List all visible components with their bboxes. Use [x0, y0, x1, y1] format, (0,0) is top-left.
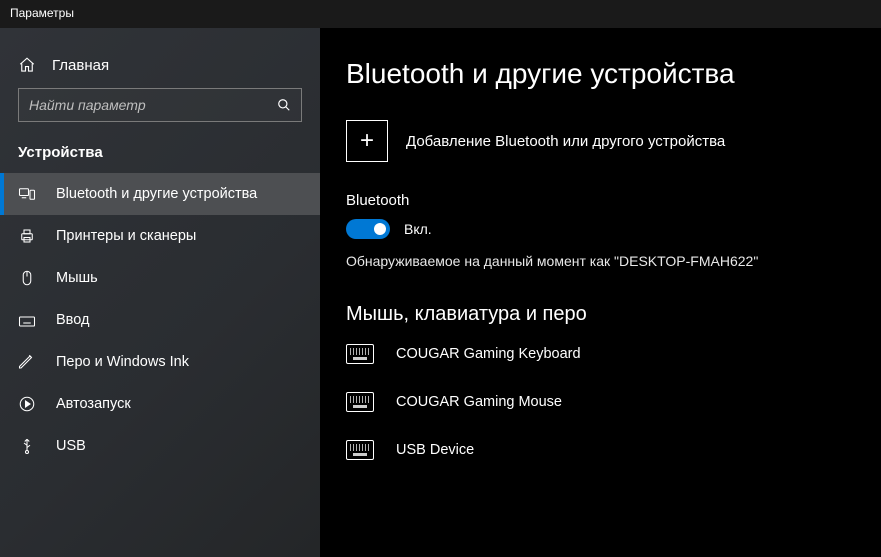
sidebar-section-title: Устройства — [0, 138, 320, 173]
device-name: COUGAR Gaming Keyboard — [396, 346, 581, 362]
add-device-button[interactable]: + Добавление Bluetooth или другого устро… — [346, 120, 881, 162]
plus-icon: + — [346, 120, 388, 162]
bluetooth-toggle-state: Вкл. — [404, 221, 432, 237]
printer-icon — [18, 227, 36, 245]
usb-icon — [18, 437, 36, 455]
devices-icon — [18, 185, 36, 203]
search-input[interactable] — [18, 88, 302, 122]
device-item[interactable]: COUGAR Gaming Keyboard — [346, 344, 881, 364]
home-icon — [18, 56, 36, 74]
sidebar-item-label: USB — [56, 438, 86, 454]
sidebar-item-mouse[interactable]: Мышь — [0, 257, 320, 299]
sidebar-nav: Bluetooth и другие устройства Принтеры и… — [0, 173, 320, 467]
pen-icon — [18, 353, 36, 371]
sidebar-item-label: Принтеры и сканеры — [56, 228, 196, 244]
sidebar-item-usb[interactable]: USB — [0, 425, 320, 467]
home-button[interactable]: Главная — [0, 46, 320, 88]
keyboard-icon — [18, 311, 36, 329]
keyboard-device-icon — [346, 344, 374, 364]
sidebar-item-pen[interactable]: Перо и Windows Ink — [0, 341, 320, 383]
main-content: Bluetooth и другие устройства + Добавлен… — [320, 28, 881, 557]
sidebar-item-label: Bluetooth и другие устройства — [56, 186, 257, 202]
window-title: Параметры — [10, 6, 74, 20]
discoverable-text: Обнаруживаемое на данный момент как "DES… — [346, 253, 881, 269]
sidebar-item-label: Мышь — [56, 270, 98, 286]
bluetooth-toggle[interactable] — [346, 219, 390, 239]
device-name: USB Device — [396, 442, 474, 458]
keyboard-device-icon — [346, 440, 374, 460]
home-label: Главная — [52, 57, 109, 74]
bluetooth-section-label: Bluetooth — [346, 192, 881, 209]
sidebar-item-label: Ввод — [56, 312, 89, 328]
sidebar-item-label: Автозапуск — [56, 396, 131, 412]
search-field[interactable] — [29, 97, 271, 113]
sidebar: Главная Устройства Bluetooth и другие ус… — [0, 28, 320, 557]
sidebar-item-label: Перо и Windows Ink — [56, 354, 189, 370]
page-title: Bluetooth и другие устройства — [346, 58, 881, 90]
device-name: COUGAR Gaming Mouse — [396, 394, 562, 410]
search-icon — [277, 98, 291, 112]
device-item[interactable]: COUGAR Gaming Mouse — [346, 392, 881, 412]
window-titlebar: Параметры — [0, 0, 881, 28]
sidebar-item-typing[interactable]: Ввод — [0, 299, 320, 341]
sidebar-item-printers[interactable]: Принтеры и сканеры — [0, 215, 320, 257]
keyboard-device-icon — [346, 392, 374, 412]
devices-section-heading: Мышь, клавиатура и перо — [346, 303, 881, 326]
sidebar-item-autoplay[interactable]: Автозапуск — [0, 383, 320, 425]
sidebar-item-bluetooth[interactable]: Bluetooth и другие устройства — [0, 173, 320, 215]
autoplay-icon — [18, 395, 36, 413]
device-item[interactable]: USB Device — [346, 440, 881, 460]
add-device-label: Добавление Bluetooth или другого устройс… — [406, 133, 725, 150]
mouse-icon — [18, 269, 36, 287]
